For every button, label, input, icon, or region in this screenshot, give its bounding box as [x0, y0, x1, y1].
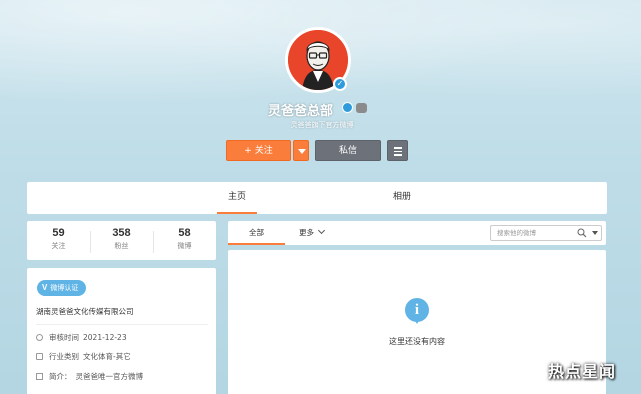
- stat-followers[interactable]: 358 粉丝: [90, 227, 153, 251]
- search-icon[interactable]: [577, 228, 587, 238]
- company-name: 湖南灵爸爸文化传媒有限公司: [36, 307, 134, 316]
- stat-value: 59: [52, 227, 65, 239]
- intro-row: 简介： 灵爸爸唯一官方微博: [36, 371, 143, 383]
- review-time-row: 审核时间 2021-12-23: [36, 332, 127, 344]
- profile-nickname: 灵爸爸总部: [268, 103, 334, 118]
- feed-toolbar: 全部 更多: [228, 221, 606, 245]
- filter-more-dropdown[interactable]: 更多: [299, 221, 326, 245]
- watermark: 热点星闻: [548, 362, 617, 381]
- level-icon[interactable]: [356, 103, 367, 113]
- intro-label: 简介：: [49, 372, 72, 381]
- verify-v-icon: V: [42, 283, 48, 292]
- more-menu-button[interactable]: [387, 140, 408, 161]
- filter-all-tab[interactable]: 全部: [228, 221, 285, 245]
- weibo-verification-badge[interactable]: V 微博认证: [37, 280, 87, 296]
- intro-value: 灵爸爸唯一官方微博: [75, 372, 144, 381]
- review-time-label: 审核时间: [49, 333, 79, 342]
- stat-value: 58: [178, 227, 191, 239]
- follow-button[interactable]: + 关注: [226, 140, 291, 161]
- chevron-down-icon: [317, 226, 326, 235]
- stat-label: 关注: [51, 242, 66, 250]
- category-row: 行业类别 文化体育-其它: [36, 351, 131, 363]
- search-input[interactable]: [491, 226, 573, 240]
- verified-icon: [342, 102, 353, 113]
- stat-label: 微博: [177, 242, 192, 250]
- stats-card: 59 关注 358 粉丝 58 微博: [27, 221, 216, 260]
- profile-info-card: V 微博认证 湖南灵爸爸文化传媒有限公司 审核时间 2021-12-23 行业类别文…: [27, 268, 216, 394]
- stat-following[interactable]: 59 关注: [27, 227, 90, 251]
- divider: [36, 324, 208, 325]
- category-value: 文化体育-其它: [83, 352, 131, 361]
- briefcase-icon: [36, 353, 43, 360]
- message-button[interactable]: 私信: [315, 140, 381, 161]
- verify-label: 微博认证: [50, 284, 79, 292]
- follow-dropdown-button[interactable]: [293, 140, 309, 161]
- note-icon: [36, 373, 43, 380]
- clock-icon: [36, 334, 43, 341]
- search-box: [490, 225, 602, 241]
- menu-icon: [394, 147, 402, 149]
- stat-label: 粉丝: [114, 242, 129, 250]
- tab-home[interactable]: 主页: [217, 182, 257, 214]
- search-dropdown-icon[interactable]: [592, 231, 598, 235]
- verified-badge-icon: ✓: [333, 77, 347, 91]
- profile-tab-bar: 主页 相册: [27, 182, 607, 214]
- more-label: 更多: [299, 228, 314, 237]
- profile-bio: 灵爸爸旗下官方微博: [290, 121, 354, 129]
- empty-state-text: 这里还没有内容: [389, 337, 445, 346]
- stat-value: 358: [112, 227, 131, 239]
- info-icon: i: [405, 298, 429, 324]
- review-time-value: 2021-12-23: [83, 333, 127, 342]
- stat-posts[interactable]: 58 微博: [153, 227, 216, 251]
- tab-album[interactable]: 相册: [382, 182, 422, 214]
- category-label: 行业类别: [49, 352, 79, 361]
